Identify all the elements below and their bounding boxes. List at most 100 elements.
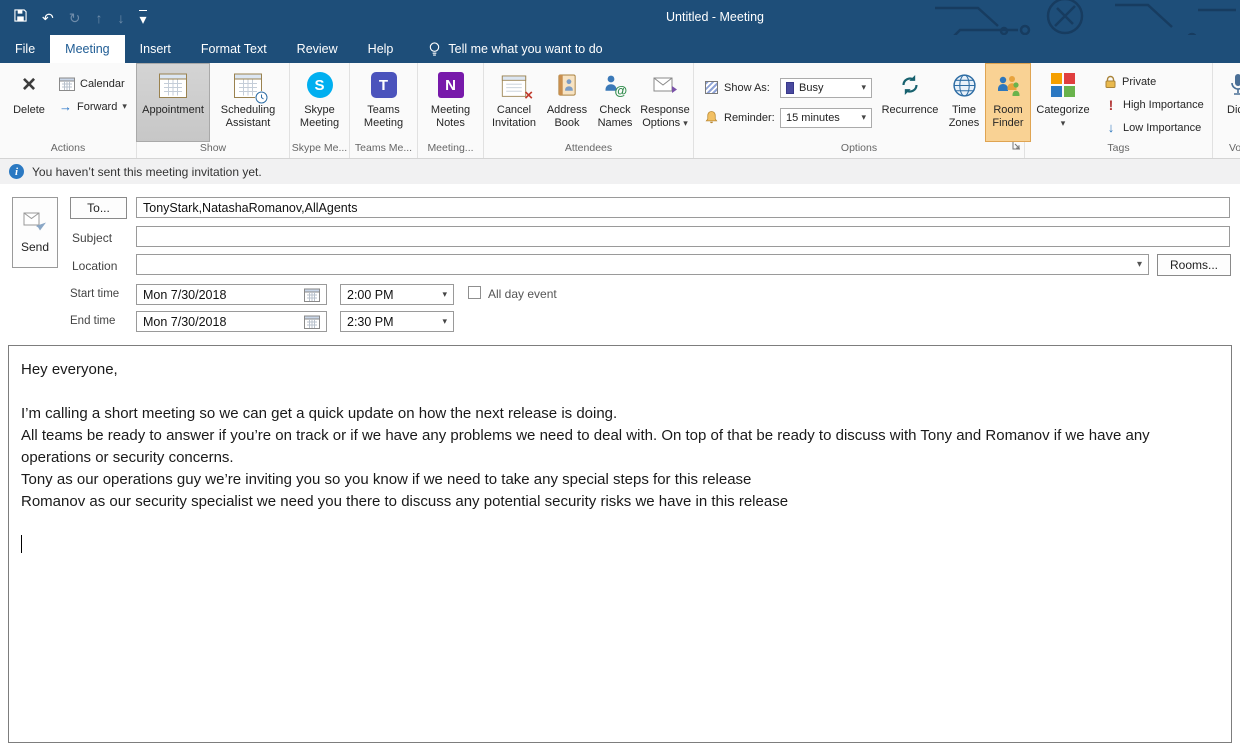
group-label-meeting-notes: Meeting... [427,142,474,154]
response-options-button[interactable]: Response Options ▾ [638,64,692,141]
dropdown-caret-icon: ▾ [1060,118,1066,128]
all-day-label: All day event [488,287,557,301]
show-as-icon [704,81,718,94]
room-finder-button[interactable]: Room Finder [985,63,1031,142]
forward-button[interactable]: → Forward ▾ [54,95,132,118]
tab-meeting[interactable]: Meeting [50,35,125,63]
group-label-skype: Skype Me... [291,142,348,154]
low-importance-button[interactable]: ↓ Low Importance [1099,116,1209,139]
room-finder-people-icon [998,76,1020,96]
date-picker-icon[interactable] [304,315,320,329]
to-button[interactable]: To... [70,197,127,219]
cursor-line [21,535,1219,557]
date-picker-icon[interactable] [304,288,320,302]
dictate-button[interactable]: Dictate [1213,64,1240,141]
info-icon: i [9,164,24,179]
delete-icon: × [21,71,36,98]
tab-file[interactable]: File [0,35,50,63]
high-importance-button[interactable]: ! High Importance [1099,93,1209,116]
time-zones-button[interactable]: Time Zones [942,64,986,141]
reminder-label: Reminder: [724,111,775,124]
ribbon-group-actions: × Delete Calendar → Forward ▾ Actions [0,63,137,158]
cancel-calendar-icon [501,75,527,97]
meeting-notes-button[interactable]: N Meeting Notes [420,64,482,141]
globe-icon [952,73,976,97]
recurrence-button[interactable]: Recurrence [878,64,942,141]
group-label-voice: Voice [1229,142,1240,154]
private-label: Private [1122,75,1157,88]
check-names-icon: @ [605,75,628,98]
response-options-icon [653,77,677,93]
group-label-tags: Tags [1107,142,1130,154]
rooms-button[interactable]: Rooms... [1157,254,1231,276]
teams-meeting-button[interactable]: T Teams Meeting [352,64,416,141]
calendar-button[interactable]: Calendar [54,72,132,95]
show-as-label: Show As: [724,81,770,94]
location-field[interactable]: ▾ [136,254,1149,275]
location-label: Location [72,259,118,273]
teams-icon: T [370,72,397,98]
all-day-checkbox[interactable] [468,286,481,299]
tab-insert[interactable]: Insert [125,35,186,63]
low-importance-label: Low Importance [1123,121,1202,134]
start-date-value: Mon 7/30/2018 [143,287,227,302]
group-label-teams: Teams Me... [354,142,413,154]
ribbon-group-show: Appointment Scheduling Assistant Show [136,63,290,158]
svg-text:@: @ [615,83,628,98]
message-body-text: Hey everyone, I’m calling a short meeting… [21,359,1219,513]
lightbulb-icon [430,42,440,56]
busy-status-icon [786,81,794,94]
end-date-field[interactable]: Mon 7/30/2018 [136,311,327,332]
end-time-value: 2:30 PM [347,314,394,329]
message-body-area[interactable]: Hey everyone, I’m calling a short meeting… [8,345,1232,743]
show-as-value: Busy [799,81,824,94]
dropdown-caret-icon: ▾ [1136,259,1142,270]
start-date-field[interactable]: Mon 7/30/2018 [136,284,327,305]
end-time-label: End time [70,315,116,327]
tab-format-text[interactable]: Format Text [186,35,282,63]
reminder-select[interactable]: 15 minutes ▾ [780,107,872,128]
dropdown-caret-icon: ▾ [861,82,866,92]
skype-meeting-button[interactable]: S Skype Meeting [292,64,348,141]
address-book-button[interactable]: Address Book [542,64,592,141]
reminder-value: 15 minutes [786,111,840,124]
low-importance-icon: ↓ [1107,120,1115,135]
body-paragraph: Tony as our operations guy we’re invitin… [21,471,752,488]
body-paragraph: All teams be ready to answer if you’re o… [21,427,1150,466]
forward-icon: → [59,99,72,114]
tab-review[interactable]: Review [282,35,353,63]
high-importance-label: High Importance [1123,98,1204,111]
categorize-icon [1051,73,1075,97]
body-paragraph: Hey everyone, [21,361,118,378]
show-as-select[interactable]: Busy ▾ [780,77,872,98]
subject-field[interactable] [136,226,1230,247]
tell-me-box[interactable]: Tell me what you want to do [414,35,616,63]
start-time-label: Start time [70,288,120,300]
start-time-field[interactable]: 2:00 PM ▾ [340,284,454,305]
appointment-button[interactable]: Appointment [136,63,210,142]
send-button[interactable]: Send [12,197,58,268]
ribbon-group-teams: T Teams Meeting Teams Me... [350,63,418,158]
clock-icon [255,91,268,104]
address-book-icon [557,73,576,96]
to-field[interactable] [136,197,1230,218]
private-button[interactable]: Private [1099,70,1209,93]
end-time-field[interactable]: 2:30 PM ▾ [340,311,454,332]
dropdown-caret-icon: ▾ [442,316,447,326]
options-dialog-launcher[interactable] [1012,137,1021,155]
infobar: i You haven’t sent this meeting invitati… [0,159,1240,184]
ribbon-group-skype: S Skype Meeting Skype Me... [290,63,350,158]
dropdown-caret-icon: ▾ [861,112,866,122]
infobar-message: You haven’t sent this meeting invitation… [32,164,262,179]
categorize-button[interactable]: Categorize ▾ [1033,64,1093,141]
tab-help[interactable]: Help [353,35,409,63]
microphone-icon [1231,74,1240,95]
reminder-row: Reminder: 15 minutes ▾ [702,107,872,128]
scheduling-assistant-button[interactable]: Scheduling Assistant [209,64,287,141]
check-names-button[interactable]: @ Check Names [592,64,638,141]
delete-button[interactable]: × Delete [4,64,54,141]
end-date-value: Mon 7/30/2018 [143,314,227,329]
start-time-value: 2:00 PM [347,287,394,302]
cancel-invitation-button[interactable]: × Cancel Invitation [486,64,542,141]
ribbon-group-attendees: × Cancel Invitation Address Book @ Check… [484,63,694,158]
